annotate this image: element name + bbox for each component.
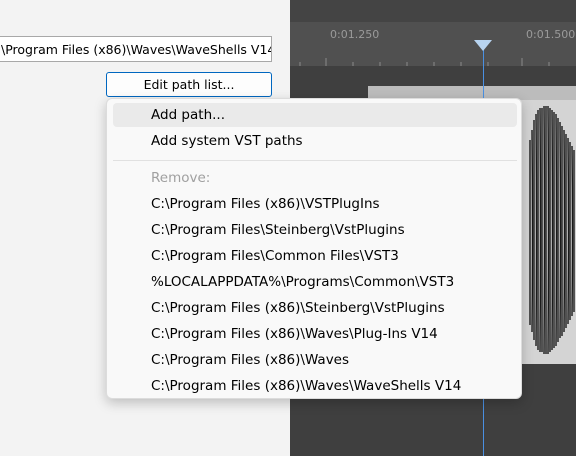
edit-path-list-button[interactable]: Edit path list... bbox=[106, 72, 272, 97]
menu-remove-path-5[interactable]: C:\Program Files (x86)\Steinberg\VstPlug… bbox=[113, 296, 517, 320]
ruler-time-label-1: 0:01.250 bbox=[330, 28, 380, 41]
menu-separator bbox=[113, 160, 517, 161]
menu-remove-path-7[interactable]: C:\Program Files (x86)\Waves bbox=[113, 348, 517, 372]
menu-add-path[interactable]: Add path... bbox=[113, 103, 517, 127]
ruler-ticks bbox=[299, 58, 550, 66]
path-list-menu: Add path... Add system VST paths Remove:… bbox=[106, 98, 522, 399]
menu-remove-path-4[interactable]: %LOCALAPPDATA%\Programs\Common\VST3 bbox=[113, 270, 517, 294]
menu-remove-path-2[interactable]: C:\Program Files\Steinberg\VstPlugins bbox=[113, 218, 517, 242]
menu-remove-path-6[interactable]: C:\Program Files (x86)\Waves\Plug-Ins V1… bbox=[113, 322, 517, 346]
playhead-marker-icon[interactable] bbox=[474, 40, 492, 51]
menu-remove-path-1[interactable]: C:\Program Files (x86)\VSTPlugIns bbox=[113, 192, 517, 216]
ruler-time-label-2: 0:01.500 bbox=[526, 28, 576, 41]
menu-remove-path-3[interactable]: C:\Program Files\Common Files\VST3 bbox=[113, 244, 517, 268]
timeline-toolbar bbox=[290, 0, 576, 22]
menu-remove-header: Remove: bbox=[151, 170, 211, 186]
menu-remove-path-8[interactable]: C:\Program Files (x86)\Waves\WaveShells … bbox=[113, 374, 517, 398]
vst-path-input[interactable] bbox=[0, 36, 272, 62]
menu-add-system-vst-paths[interactable]: Add system VST paths bbox=[113, 129, 517, 153]
